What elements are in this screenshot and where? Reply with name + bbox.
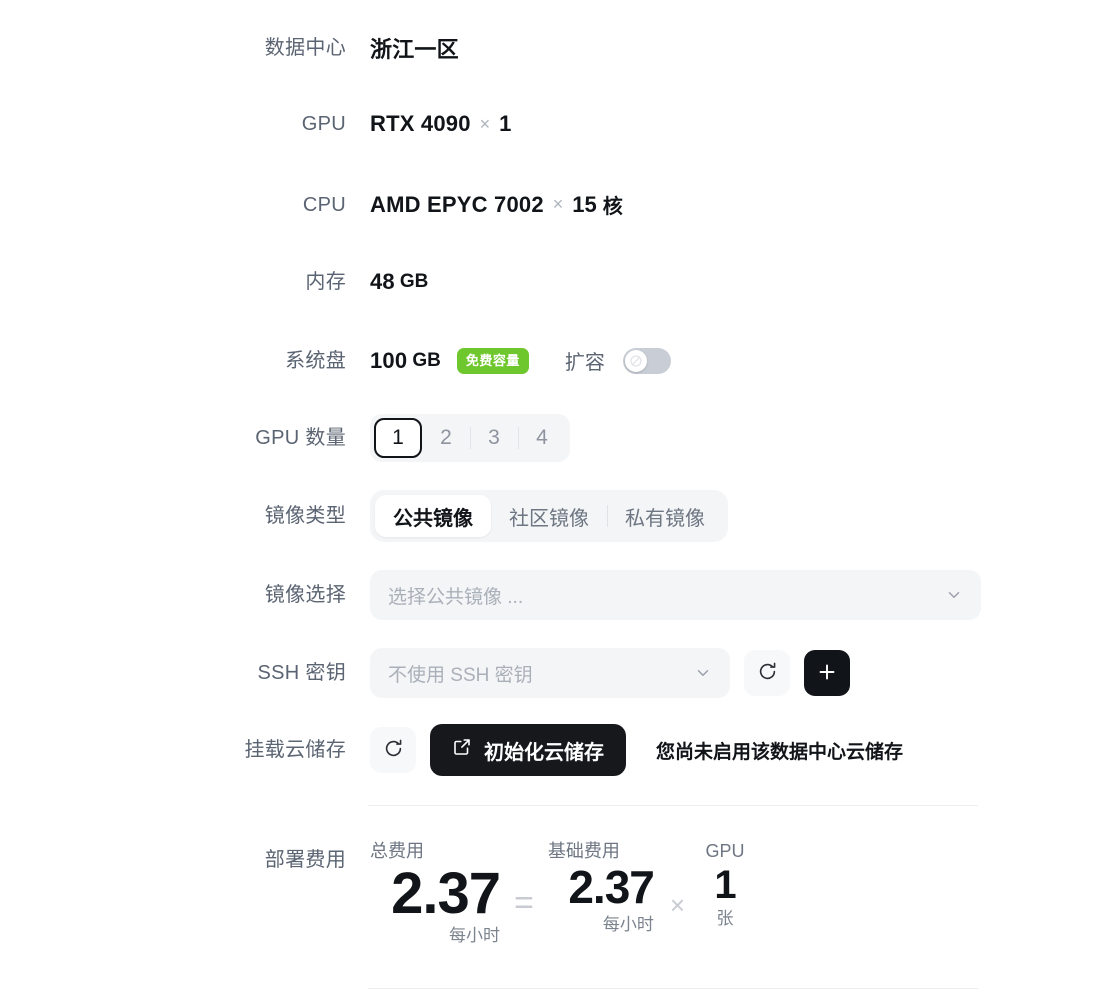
row-memory: 内存 48 GB [0, 269, 428, 295]
image-select-dropdown[interactable]: 选择公共镜像 ... [370, 570, 981, 620]
ssh-key-add-button[interactable] [804, 650, 850, 696]
gpu-quantity-option-2[interactable]: 2 [422, 418, 470, 458]
section-divider-top [368, 805, 978, 806]
label-cloud-storage: 挂载云储存 [244, 739, 346, 761]
cost-breakdown: 总费用 2.37 每小时 = 基础费用 2.37 每小时 × GPU 1 张 [370, 842, 749, 944]
value-gpu-count: 1 [499, 111, 512, 136]
value-system-disk-unit: GB [412, 349, 441, 371]
value-cpu-count: 15 [572, 191, 597, 217]
external-link-icon [452, 737, 472, 763]
refresh-icon [383, 738, 404, 762]
cloud-storage-notice: 您尚未启用该数据中心云储存 [656, 741, 904, 763]
label-gpu-quantity: GPU 数量 [255, 427, 346, 449]
value-cpu-model: AMD EPYC 7002 [370, 191, 544, 217]
row-image-type: 镜像类型 公共镜像 社区镜像 私有镜像 [0, 490, 728, 542]
cost-gpu-unit: 张 [716, 909, 734, 928]
row-deploy-cost: 部署费用 总费用 2.37 每小时 = 基础费用 2.37 每小时 × GPU … [0, 842, 749, 944]
label-deploy-cost: 部署费用 [264, 849, 346, 871]
init-cloud-storage-label: 初始化云储存 [484, 741, 604, 764]
value-system-disk-group: 100 GB 免费容量 扩容 [370, 346, 671, 375]
free-capacity-badge: 免费容量 [456, 347, 529, 374]
value-gpu-model: RTX 4090 [370, 111, 471, 136]
row-system-disk: 系统盘 100 GB 免费容量 扩容 [0, 346, 671, 375]
value-memory: 48 [370, 269, 395, 294]
label-gpu: GPU [301, 113, 346, 135]
gpu-quantity-group: 1 2 3 4 [370, 414, 570, 462]
cost-total-amount: 2.37 [391, 861, 501, 926]
cost-gpu-caption: GPU [705, 841, 745, 861]
refresh-icon [757, 661, 778, 685]
row-ssh-key: SSH 密钥 不使用 SSH 密钥 [0, 648, 850, 698]
row-cpu: CPU AMD EPYC 7002 × 15 核 [0, 190, 623, 219]
cloud-storage-group: 初始化云储存 您尚未启用该数据中心云储存 [370, 724, 903, 776]
value-gpu-group: RTX 4090 × 1 [370, 111, 511, 137]
tab-public-image[interactable]: 公共镜像 [375, 495, 491, 537]
cost-base-amount: 2.37 [568, 861, 655, 913]
init-cloud-storage-button[interactable]: 初始化云储存 [430, 724, 626, 776]
cost-total: 总费用 2.37 每小时 [370, 841, 501, 946]
equals-symbol: = [514, 884, 534, 922]
ssh-key-refresh-button[interactable] [744, 650, 790, 696]
deploy-config-panel: 数据中心 浙江一区 GPU RTX 4090 × 1 CPU AMD EPYC … [0, 0, 1101, 1004]
ssh-key-placeholder: 不使用 SSH 密钥 [388, 664, 533, 686]
row-cloud-storage: 挂载云储存 初始化云储存 您尚未启用该数据中心云储存 [0, 724, 903, 776]
toggle-knob [624, 349, 647, 372]
value-datacenter: 浙江一区 [370, 37, 459, 62]
section-divider-bottom [368, 988, 978, 989]
cost-gpu-amount: 1 [714, 863, 736, 907]
multiply-symbol-cpu: × [552, 194, 564, 214]
plus-icon [816, 661, 838, 686]
value-system-disk: 100 [370, 347, 408, 373]
multiply-symbol-gpu: × [479, 113, 491, 134]
row-datacenter: 数据中心 浙江一区 [0, 32, 459, 64]
gpu-quantity-option-3[interactable]: 3 [470, 418, 518, 458]
gpu-quantity-option-1[interactable]: 1 [374, 418, 422, 458]
tab-private-image[interactable]: 私有镜像 [607, 495, 723, 537]
row-image-select: 镜像选择 选择公共镜像 ... [0, 570, 981, 620]
image-select-group: 选择公共镜像 ... [370, 570, 981, 620]
gpu-quantity-option-4[interactable]: 4 [518, 418, 566, 458]
image-type-tabs: 公共镜像 社区镜像 私有镜像 [370, 490, 728, 542]
label-image-type: 镜像类型 [264, 505, 346, 527]
label-image-select: 镜像选择 [264, 584, 346, 606]
row-gpu: GPU RTX 4090 × 1 [0, 111, 512, 137]
value-memory-unit: GB [399, 271, 429, 292]
cost-total-caption: 总费用 [370, 841, 424, 861]
chevron-down-icon [694, 664, 712, 682]
value-cpu-unit: 核 [602, 196, 623, 218]
expand-disk-toggle[interactable] [622, 347, 671, 374]
image-select-placeholder: 选择公共镜像 ... [388, 586, 524, 608]
gpu-quantity-selector: 1 2 3 4 [370, 414, 570, 462]
label-ssh-key: SSH 密钥 [257, 662, 346, 684]
ssh-key-group: 不使用 SSH 密钥 [370, 648, 850, 698]
value-memory-group: 48 GB [370, 269, 428, 295]
label-cpu: CPU [302, 193, 346, 216]
label-system-disk: 系统盘 [285, 349, 346, 372]
row-gpu-quantity: GPU 数量 1 2 3 4 [0, 414, 570, 462]
image-type-group: 公共镜像 社区镜像 私有镜像 [370, 490, 728, 542]
cost-base-caption: 基础费用 [547, 841, 620, 861]
cost-total-unit: 每小时 [449, 926, 500, 946]
cost-gpu: GPU 1 张 [701, 842, 749, 927]
value-cpu-group: AMD EPYC 7002 × 15 核 [370, 190, 623, 219]
label-expand-disk: 扩容 [564, 352, 605, 374]
ssh-key-dropdown[interactable]: 不使用 SSH 密钥 [370, 648, 730, 698]
cost-base-unit: 每小时 [602, 914, 654, 934]
label-memory: 内存 [305, 271, 346, 293]
tab-community-image[interactable]: 社区镜像 [491, 495, 607, 537]
cost-base: 基础费用 2.37 每小时 [547, 841, 655, 934]
cloud-storage-refresh-button[interactable] [370, 727, 416, 773]
multiply-symbol-cost: × [669, 890, 686, 920]
value-datacenter-group: 浙江一区 [370, 32, 459, 64]
chevron-down-icon [945, 586, 963, 604]
label-datacenter: 数据中心 [264, 37, 346, 59]
